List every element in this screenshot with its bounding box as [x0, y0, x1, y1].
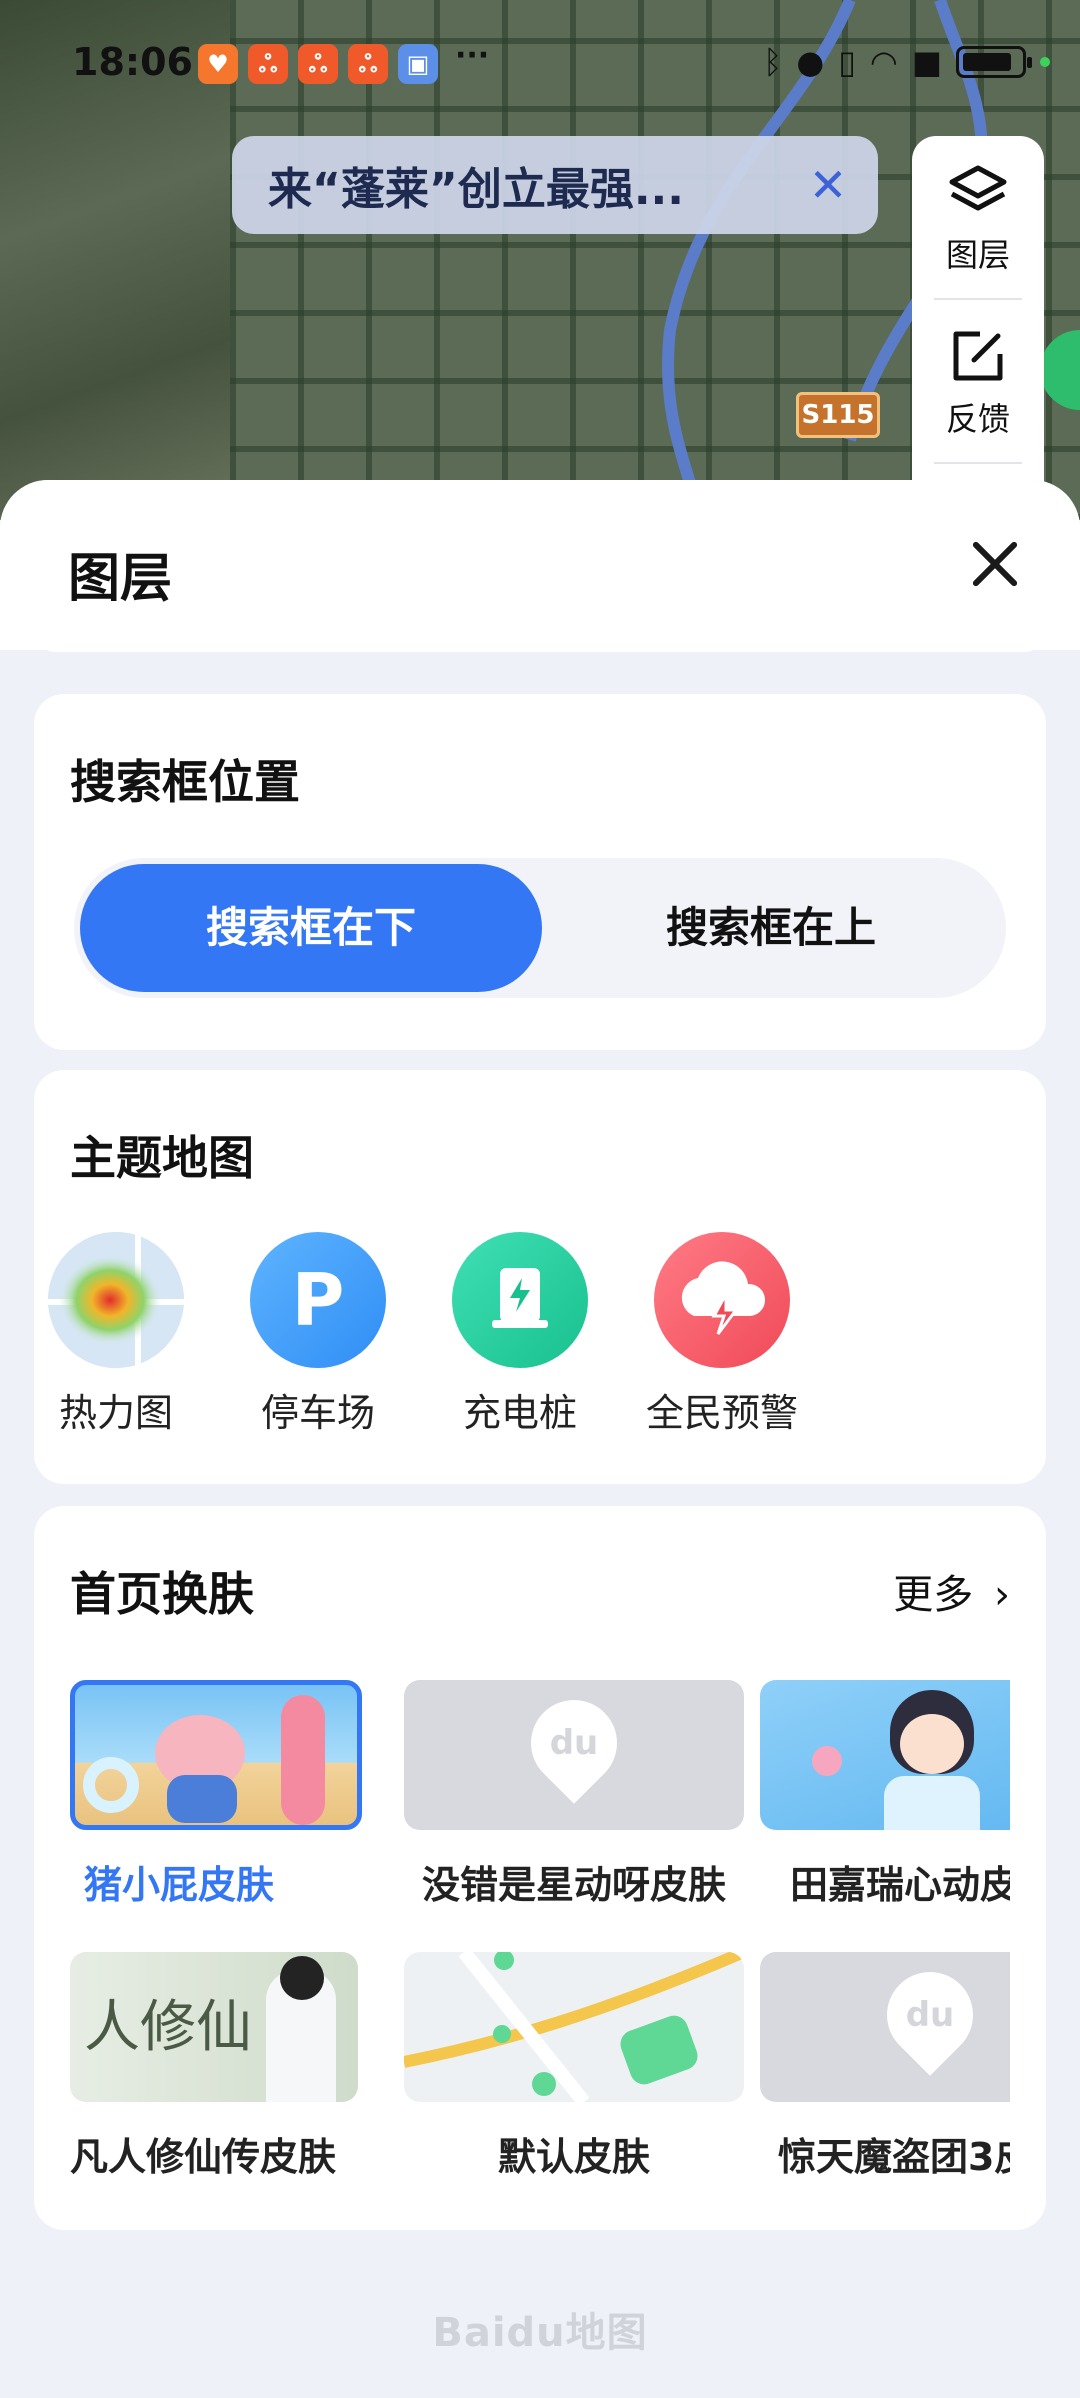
- divider: [934, 462, 1022, 464]
- skin-label: 惊天魔盗团3皮肤: [778, 2135, 1010, 2179]
- heatmap-icon: [48, 1232, 184, 1368]
- heart-app-icon: ♥: [198, 44, 238, 84]
- alert-icon: ■: [911, 43, 942, 81]
- vibrate-icon: ▯: [838, 43, 856, 81]
- skins-card: 首页换肤 更多 › 猪小屁皮肤 du 没错是星动呀皮肤 田嘉瑞心动皮 人修仙 凡…: [34, 1506, 1046, 2230]
- promo-banner[interactable]: 来“蓬莱”创立最强... ✕: [232, 136, 878, 234]
- feedback-edit-icon: [953, 331, 1003, 381]
- promo-banner-text: 来“蓬莱”创立最强...: [268, 164, 684, 215]
- skin-label: 没错是星动呀皮肤: [421, 1863, 726, 1907]
- skin-label: 田嘉瑞心动皮肤: [790, 1863, 1010, 1907]
- close-icon[interactable]: [962, 532, 1026, 596]
- skin-label: 凡人修仙传皮肤: [70, 2135, 337, 2179]
- theme-heatmap-label: 热力图: [58, 1391, 173, 1435]
- skin-item-tian[interactable]: 田嘉瑞心动皮肤: [760, 1680, 1010, 1909]
- theme-charging[interactable]: 充电桩: [438, 1232, 602, 1437]
- status-bar: 18:06 ♥ ஃ ஃ ஃ ▣ ··· ᛒ ● ▯ ◠ ■: [0, 0, 1080, 130]
- search-position-title: 搜索框位置: [70, 755, 300, 809]
- theme-charging-label: 充电桩: [462, 1391, 577, 1435]
- layers-label: 图层: [945, 236, 1010, 274]
- search-bottom-option[interactable]: 搜索框在下: [80, 864, 542, 992]
- system-icons: ᛒ ● ▯ ◠ ■: [763, 42, 1050, 82]
- skin-thumbnail: [70, 1680, 362, 1830]
- du-pin-icon: du: [869, 1954, 991, 2076]
- baidu-map-logo: Baidu地图: [432, 2310, 648, 2356]
- close-icon[interactable]: ✕: [778, 158, 878, 212]
- battery-icon: [956, 46, 1032, 78]
- skins-more-link[interactable]: 更多 ›: [893, 1562, 1010, 1620]
- du-pin-icon: du: [513, 1682, 635, 1804]
- skins-more-label: 更多: [893, 1572, 974, 1618]
- skin-item-pig[interactable]: 猪小屁皮肤: [70, 1680, 362, 1909]
- divider: [934, 298, 1022, 300]
- theme-warning-label: 全民预警: [645, 1391, 798, 1435]
- skin-item-magic[interactable]: du 惊天魔盗团3皮肤: [760, 1952, 1010, 2181]
- skin-thumbnail: [760, 1680, 1010, 1830]
- theme-heatmap[interactable]: 热力图: [34, 1232, 198, 1437]
- privacy-indicator: [1040, 57, 1050, 67]
- skin-thumbnail: [404, 1952, 744, 2102]
- skin-thumbnail: 人修仙: [70, 1952, 358, 2102]
- layers-button[interactable]: 图层: [912, 162, 1044, 276]
- theme-map-card: 主题地图 热力图 P 停车场 充电桩 全民预警: [34, 1070, 1046, 1484]
- skins-carousel[interactable]: 猪小屁皮肤 du 没错是星动呀皮肤 田嘉瑞心动皮肤: [70, 1680, 1010, 2200]
- warning-cloud-icon: [654, 1232, 790, 1368]
- theme-parking-label: 停车场: [260, 1391, 375, 1435]
- app-icon: ஃ: [348, 44, 388, 84]
- location-icon: ●: [796, 43, 825, 81]
- theme-parking[interactable]: P 停车场: [236, 1232, 400, 1437]
- road-sign: S115: [796, 392, 880, 438]
- skin-label: 猪小屁皮肤: [84, 1863, 275, 1907]
- skin-placeholder-thumbnail: du: [404, 1680, 744, 1830]
- map-tools-panel: 图层 反馈: [912, 136, 1044, 536]
- app-icon: ஃ: [298, 44, 338, 84]
- charging-icon: [452, 1232, 588, 1368]
- skin-label: 默认皮肤: [497, 2135, 650, 2179]
- app-icon: ஃ: [248, 44, 288, 84]
- skin-item-fanren[interactable]: 人修仙 凡人修仙传皮肤: [70, 1952, 358, 2181]
- status-time: 18:06: [72, 40, 193, 84]
- theme-map-title: 主题地图: [70, 1131, 254, 1185]
- bluetooth-icon: ᛒ: [763, 43, 783, 81]
- skin-item-default[interactable]: 默认皮肤: [404, 1952, 744, 2181]
- skin-placeholder-thumbnail: du: [760, 1952, 1010, 2102]
- skin-item-star[interactable]: du 没错是星动呀皮肤: [404, 1680, 744, 1909]
- more-notifications: ···: [455, 38, 490, 73]
- search-position-toggle: 搜索框在下 搜索框在上: [74, 858, 1006, 998]
- feedback-button[interactable]: 反馈: [912, 326, 1044, 440]
- previous-card-edge: [34, 630, 1046, 652]
- wifi-icon: ◠: [869, 43, 898, 81]
- id-card-icon: ▣: [398, 44, 438, 84]
- feedback-label: 反馈: [945, 400, 1010, 438]
- search-top-option[interactable]: 搜索框在上: [540, 864, 1002, 992]
- sheet-header: 图层: [0, 480, 1080, 650]
- layers-icon: [949, 165, 1007, 211]
- layers-sheet: 图层 搜索框位置 搜索框在下 搜索框在上 主题地图 热力图 P 停车场 充电桩 …: [0, 480, 1080, 2398]
- parking-icon: P: [250, 1232, 386, 1368]
- skins-title: 首页换肤: [70, 1567, 254, 1621]
- sheet-title: 图层: [68, 549, 173, 609]
- theme-warning[interactable]: 全民预警: [640, 1232, 804, 1437]
- chevron-right-icon: ›: [994, 1572, 1010, 1618]
- search-position-card: 搜索框位置 搜索框在下 搜索框在上: [34, 694, 1046, 1050]
